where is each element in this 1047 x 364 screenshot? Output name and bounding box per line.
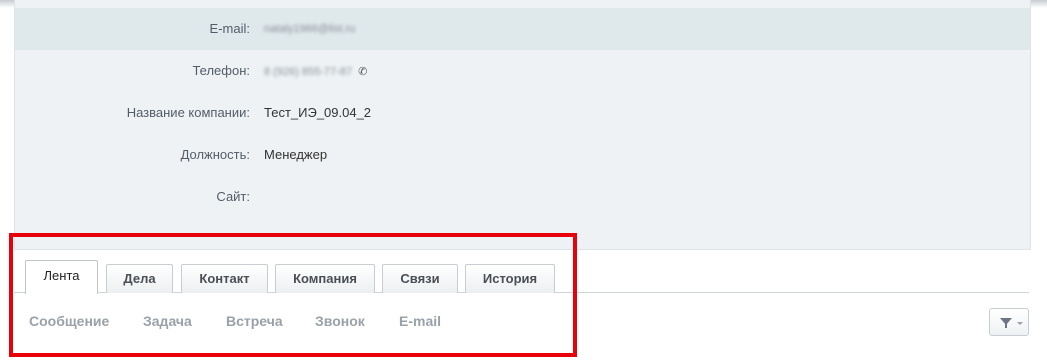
action-call[interactable]: Звонок (315, 313, 365, 329)
field-row-company: Название компании: Тест_ИЭ_09.04_2 (15, 92, 1030, 134)
action-email[interactable]: E-mail (399, 313, 441, 329)
field-row-site: Сайт: (15, 176, 1030, 218)
field-label-phone: Телефон: (192, 63, 250, 78)
field-value-position: Менеджер (264, 147, 328, 162)
action-task[interactable]: Задача (143, 313, 192, 329)
funnel-stem (1005, 323, 1007, 328)
phone-icon[interactable]: ✆ (358, 51, 367, 93)
action-meeting[interactable]: Встреча (226, 313, 283, 329)
field-label-site: Сайт: (216, 189, 250, 204)
tab-company[interactable]: Компания (275, 264, 375, 293)
field-value-phone[interactable]: 8 (926) 855-77-87 (264, 66, 352, 78)
field-row-email: E-mail: nataly1966@list.ru (15, 8, 1030, 50)
chevron-down-icon (1017, 322, 1023, 325)
tab-contact[interactable]: Контакт (181, 264, 268, 293)
action-message[interactable]: Сообщение (29, 313, 109, 329)
tab-links[interactable]: Связи (382, 264, 458, 293)
field-value-phone-wrap: 8 (926) 855-77-87 ✆ (264, 50, 367, 93)
field-value-company: Тест_ИЭ_09.04_2 (264, 105, 372, 120)
annotation-highlight-box (9, 233, 577, 357)
tab-deals[interactable]: Дела (106, 264, 173, 293)
field-row-position: Должность: Менеджер (15, 134, 1030, 176)
tab-feed[interactable]: Лента (25, 260, 98, 294)
field-label-position: Должность: (180, 147, 250, 162)
contact-details-card: E-mail: nataly1966@list.ru Телефон: 8 (9… (14, 0, 1031, 250)
field-value-email[interactable]: nataly1966@list.ru (264, 8, 355, 50)
field-row-phone: Телефон: 8 (926) 855-77-87 ✆ (15, 50, 1030, 92)
field-label-company: Название компании: (126, 105, 250, 120)
filter-button[interactable] (989, 308, 1029, 336)
tab-history[interactable]: История (465, 264, 555, 293)
field-label-email: E-mail: (209, 21, 250, 36)
